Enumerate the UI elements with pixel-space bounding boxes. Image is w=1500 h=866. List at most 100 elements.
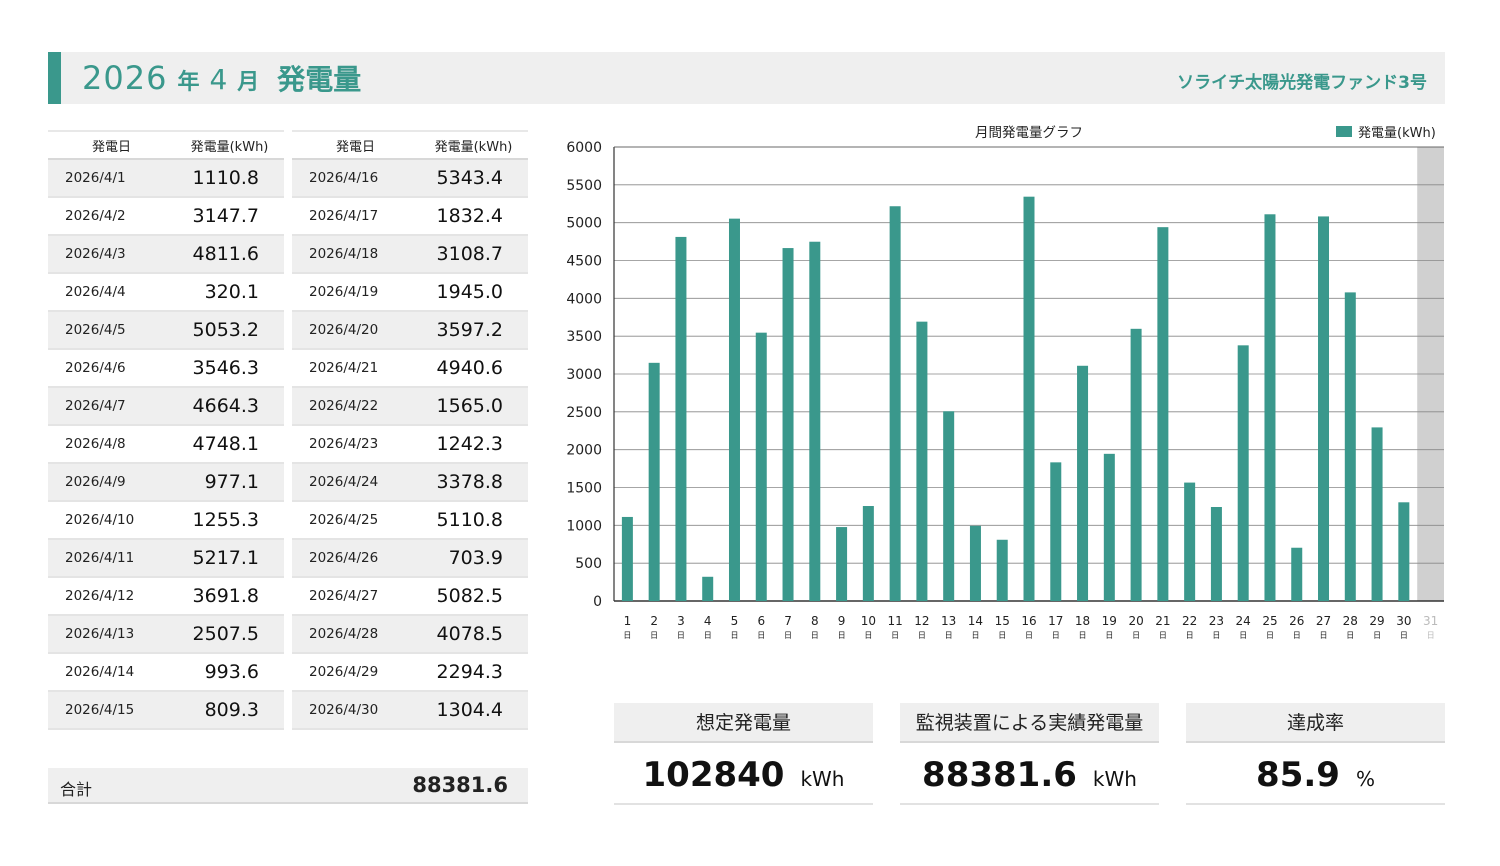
x-tick-label: 9	[838, 614, 846, 628]
x-tick-label: 31	[1423, 614, 1438, 628]
x-tick-suffix: 日	[730, 631, 738, 640]
bar-day-25	[1264, 214, 1276, 601]
x-tick-label: 13	[941, 614, 956, 628]
x-tick-suffix: 日	[1427, 631, 1435, 640]
bar-day-9	[836, 527, 848, 601]
bar-day-15	[996, 539, 1008, 601]
achievement-rate-label: 達成率	[1186, 703, 1445, 743]
bar-day-11	[889, 206, 901, 601]
bar-day-20	[1130, 328, 1142, 601]
x-tick-label: 3	[677, 614, 685, 628]
bar-day-5	[728, 218, 740, 601]
x-tick-label: 21	[1155, 614, 1170, 628]
bar-day-14	[969, 525, 981, 601]
x-tick-suffix: 日	[1132, 631, 1140, 640]
x-tick-suffix: 日	[918, 631, 926, 640]
x-tick-suffix: 日	[1320, 631, 1328, 640]
bar-day-30	[1398, 502, 1410, 601]
x-tick-label: 23	[1209, 614, 1224, 628]
bar-day-29	[1371, 427, 1383, 601]
bar-day-10	[862, 506, 874, 601]
x-tick-suffix: 日	[864, 631, 872, 640]
x-tick-label: 10	[861, 614, 876, 628]
x-tick-suffix: 日	[704, 631, 712, 640]
bar-day-21	[1157, 227, 1169, 602]
bar-day-17	[1050, 462, 1062, 601]
x-tick-suffix: 日	[1400, 631, 1408, 640]
x-tick-suffix: 日	[1186, 631, 1194, 640]
x-tick-suffix: 日	[838, 631, 846, 640]
y-tick-label: 4500	[566, 254, 602, 270]
bar-day-6	[755, 332, 767, 601]
bar-day-28	[1344, 292, 1356, 601]
report-page: 2026 年 4 月 発電量 ソライチ太陽光発電ファンド3号 発電日 発電量(k…	[0, 0, 1500, 866]
bar-day-24	[1237, 345, 1249, 601]
y-tick-label: 500	[575, 556, 602, 572]
expected-generation-value: 102840	[642, 755, 785, 795]
x-tick-suffix: 日	[811, 631, 819, 640]
x-tick-label: 1	[624, 614, 632, 628]
x-tick-suffix: 日	[757, 631, 765, 640]
x-tick-label: 6	[757, 614, 765, 628]
x-tick-label: 20	[1128, 614, 1143, 628]
x-tick-suffix: 日	[650, 631, 658, 640]
x-tick-suffix: 日	[1025, 631, 1033, 640]
bar-day-26	[1291, 547, 1303, 601]
x-tick-label: 16	[1021, 614, 1036, 628]
x-tick-label: 5	[731, 614, 739, 628]
x-tick-label: 24	[1236, 614, 1251, 628]
x-tick-suffix: 日	[1079, 631, 1087, 640]
actual-generation-unit: kWh	[1092, 767, 1137, 791]
bar-day-12	[916, 321, 928, 601]
y-tick-label: 3500	[566, 329, 602, 345]
x-tick-label: 26	[1289, 614, 1304, 628]
bar-day-2	[648, 362, 660, 601]
chart-title: 月間発電量グラフ	[975, 125, 1083, 141]
x-tick-label: 11	[887, 614, 902, 628]
expected-generation-box: 想定発電量 102840 kWh	[614, 703, 873, 805]
bar-day-7	[782, 248, 794, 601]
x-tick-suffix: 日	[891, 631, 899, 640]
x-tick-suffix: 日	[1373, 631, 1381, 640]
x-tick-label: 19	[1102, 614, 1117, 628]
x-tick-suffix: 日	[1346, 631, 1354, 640]
x-tick-label: 28	[1343, 614, 1358, 628]
x-tick-label: 8	[811, 614, 819, 628]
x-tick-suffix: 日	[1105, 631, 1113, 640]
x-tick-suffix: 日	[1239, 631, 1247, 640]
x-tick-label: 29	[1369, 614, 1384, 628]
y-tick-label: 5500	[566, 178, 602, 194]
bar-day-1	[621, 516, 633, 601]
bar-day-8	[809, 241, 821, 601]
x-tick-label: 25	[1262, 614, 1277, 628]
x-tick-label: 2	[650, 614, 658, 628]
x-tick-suffix: 日	[1052, 631, 1060, 640]
achievement-rate-box: 達成率 85.9%	[1186, 703, 1445, 805]
x-tick-suffix: 日	[1159, 631, 1167, 640]
y-tick-label: 2000	[566, 443, 602, 459]
y-tick-label: 2500	[566, 405, 602, 421]
y-tick-label: 4000	[566, 291, 602, 307]
y-tick-label: 3000	[566, 367, 602, 383]
y-tick-label: 0	[593, 594, 602, 610]
x-tick-suffix: 日	[1212, 631, 1220, 640]
x-tick-label: 17	[1048, 614, 1063, 628]
x-tick-label: 22	[1182, 614, 1197, 628]
achievement-rate-unit: %	[1355, 767, 1375, 791]
bar-day-3	[675, 236, 687, 601]
x-tick-label: 30	[1396, 614, 1411, 628]
y-tick-label: 6000	[566, 140, 602, 156]
x-tick-label: 4	[704, 614, 712, 628]
actual-generation-value: 88381.6	[922, 755, 1077, 795]
x-tick-label: 18	[1075, 614, 1090, 628]
x-tick-label: 12	[914, 614, 929, 628]
bar-day-18	[1077, 365, 1089, 601]
x-tick-label: 14	[968, 614, 983, 628]
x-tick-suffix: 日	[945, 631, 953, 640]
bar-day-19	[1103, 453, 1115, 601]
bar-day-23	[1210, 506, 1222, 601]
expected-generation-label: 想定発電量	[614, 703, 873, 743]
x-tick-suffix: 日	[1293, 631, 1301, 640]
y-tick-label: 5000	[566, 216, 602, 232]
actual-generation-label: 監視装置による実績発電量	[900, 703, 1159, 743]
